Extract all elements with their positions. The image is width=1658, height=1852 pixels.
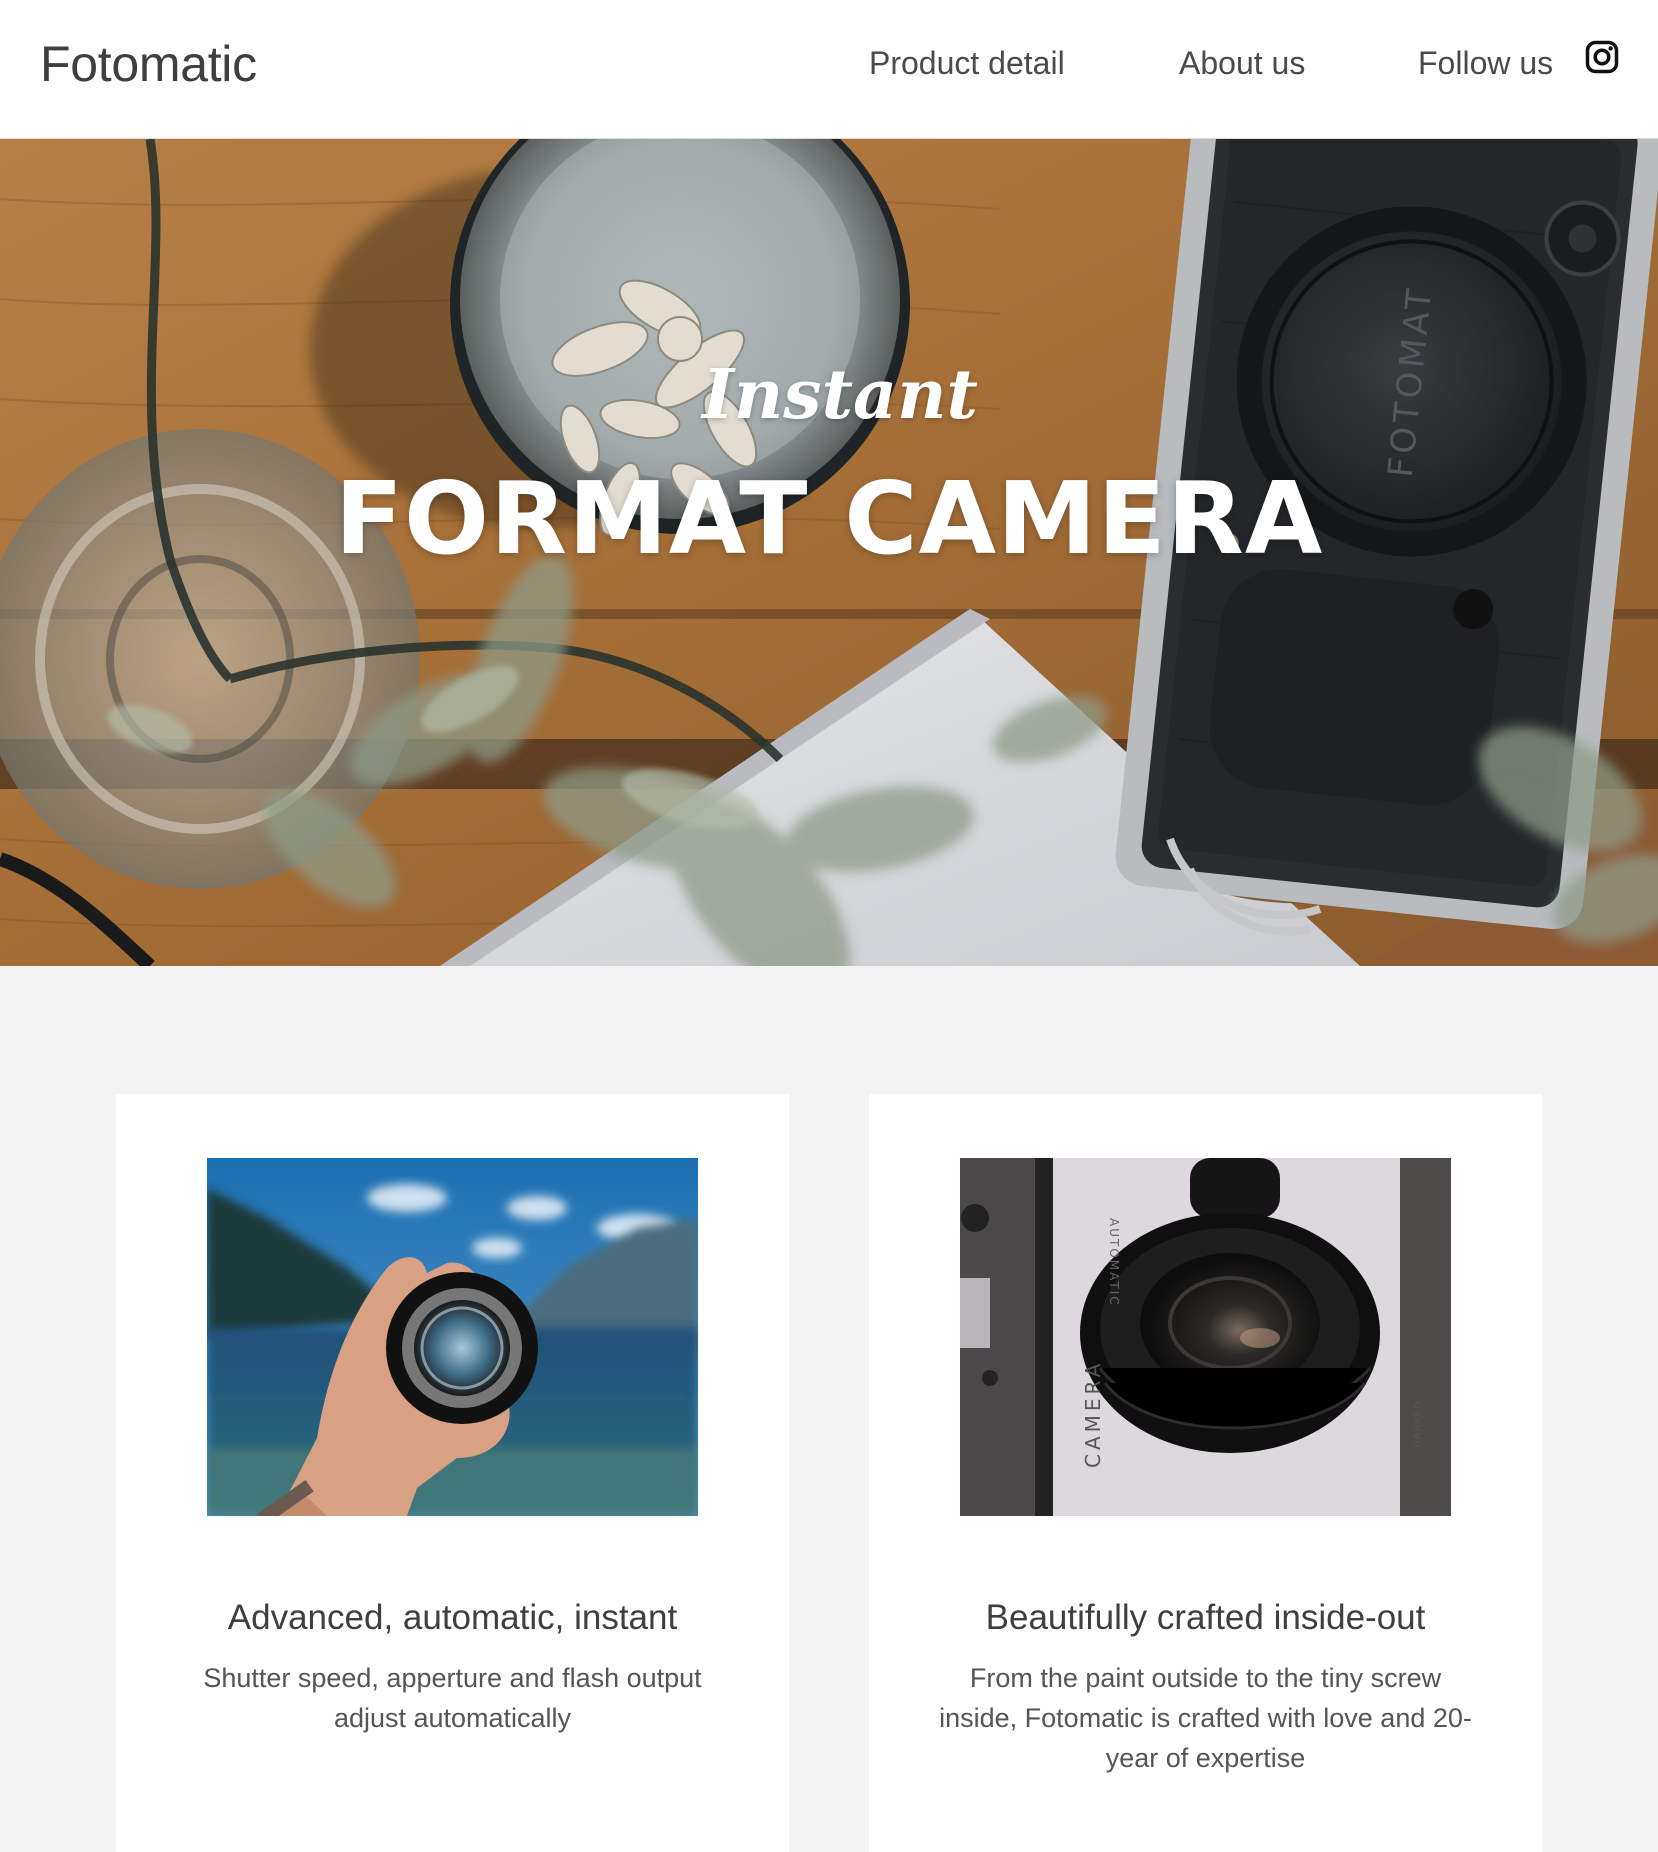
nav-follow-us[interactable]: Follow us xyxy=(1418,43,1553,83)
hero-title: FORMAT CAMERA xyxy=(334,460,1324,577)
camera-lens-closeup-photo: CAMERA AUTOMATIC DARKEN xyxy=(960,1158,1451,1516)
site-header: Fotomatic Product detail About us Follow… xyxy=(0,0,1658,139)
feature-title: Beautifully crafted inside-out xyxy=(985,1598,1426,1637)
lens-by-lake-photo xyxy=(207,1158,698,1516)
hero-banner: FOTOMAT Instant FORMAT CAMERA xyxy=(0,139,1658,966)
feature-card-crafted: CAMERA AUTOMATIC DARKEN Beautifully craf… xyxy=(869,1094,1542,1852)
brand-logo[interactable]: Fotomatic xyxy=(40,34,257,94)
feature-title: Advanced, automatic, instant xyxy=(227,1598,678,1637)
svg-text:CAMERA: CAMERA xyxy=(1081,1360,1105,1468)
svg-text:DARKEN: DARKEN xyxy=(1412,1400,1423,1448)
feature-description: Shutter speed, apperture and flash outpu… xyxy=(203,1663,702,1733)
nav-product-detail[interactable]: Product detail xyxy=(869,43,1065,83)
feature-card-automatic: Advanced, automatic, instant Shutter spe… xyxy=(116,1094,789,1852)
hero-script-text: Instant xyxy=(702,355,978,435)
nav-about-us[interactable]: About us xyxy=(1179,43,1305,83)
feature-description: From the paint outside to the tiny screw… xyxy=(939,1663,1472,1773)
svg-text:AUTOMATIC: AUTOMATIC xyxy=(1107,1218,1121,1307)
instagram-icon[interactable] xyxy=(1585,40,1619,74)
